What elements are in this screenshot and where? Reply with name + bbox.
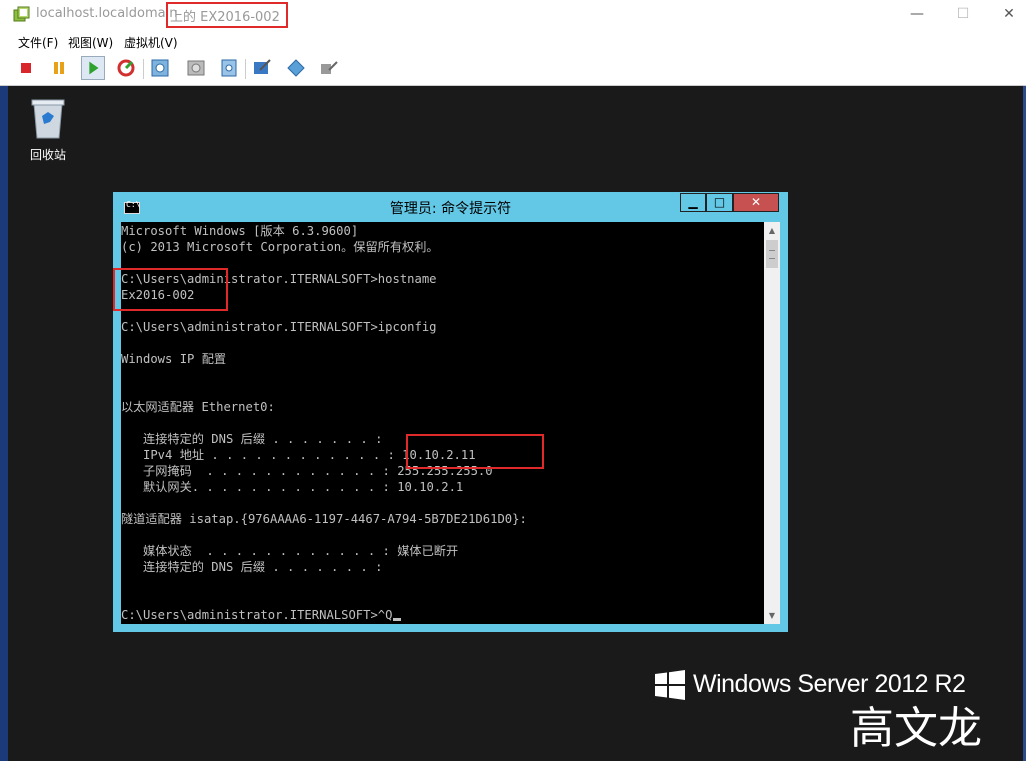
revert-snapshot-icon[interactable] bbox=[184, 56, 208, 80]
windows-logo-icon bbox=[655, 670, 685, 700]
cmd-minimize-button[interactable]: ▁ bbox=[680, 193, 706, 212]
console-line: 隧道适配器 isatap.{976AAAA6-1197-4467-A794-5B… bbox=[121, 512, 527, 526]
recycle-bin-label: 回收站 bbox=[29, 148, 66, 162]
host-title: localhost.localdomain bbox=[36, 6, 178, 21]
console-line: 以太网适配器 Ethernet0: bbox=[121, 400, 275, 414]
cmd-close-button[interactable]: ✕ bbox=[733, 193, 779, 212]
scroll-up-icon[interactable]: ▲ bbox=[764, 222, 780, 239]
close-button[interactable]: ✕ bbox=[998, 4, 1020, 24]
title-bar: localhost.localdomain 上的 EX2016-002 — ☐ … bbox=[0, 0, 1026, 30]
snapshot-icon[interactable] bbox=[148, 56, 172, 80]
toolbar bbox=[0, 52, 1026, 86]
console-scrollbar[interactable]: ▲ ▼ bbox=[764, 222, 780, 624]
console-tools-icon[interactable] bbox=[284, 56, 308, 80]
console-line: Microsoft Windows [版本 6.3.9600] bbox=[121, 224, 359, 238]
console-line: 连接特定的 DNS 后缀 . . . . . . . : bbox=[143, 432, 383, 446]
menu-vm[interactable]: 虚拟机(V) bbox=[124, 34, 178, 51]
menu-view[interactable]: 视图(W) bbox=[68, 34, 113, 51]
recycle-bin-icon[interactable] bbox=[28, 94, 68, 142]
reset-icon[interactable] bbox=[114, 56, 138, 80]
watermark: 高文龙 bbox=[850, 703, 982, 754]
text-cursor bbox=[392, 618, 401, 621]
scroll-thumb[interactable] bbox=[766, 240, 778, 268]
highlight-box bbox=[166, 2, 288, 28]
cmd-window: C:\ 管理员: 命令提示符 ▁ □ ✕ Microsoft Windows [… bbox=[113, 192, 788, 632]
menu-bar: 文件(F) 视图(W) 虚拟机(V) bbox=[0, 31, 1026, 51]
menu-file[interactable]: 文件(F) bbox=[18, 34, 58, 51]
edit-settings-icon[interactable] bbox=[250, 56, 274, 80]
console-line: (c) 2013 Microsoft Corporation。保留所有权利。 bbox=[121, 240, 439, 254]
vm-settings-icon[interactable] bbox=[317, 56, 341, 80]
console-prompt: C:\Users\administrator.ITERNALSOFT>^Q bbox=[121, 608, 393, 622]
minimize-button[interactable]: — bbox=[906, 4, 928, 24]
vsphere-client-icon bbox=[13, 6, 30, 22]
console-line: 默认网关. . . . . . . . . . . . . : 10.10.2.… bbox=[143, 480, 464, 494]
stop-icon[interactable] bbox=[14, 56, 38, 80]
scroll-down-icon[interactable]: ▼ bbox=[764, 607, 780, 624]
manage-snapshots-icon[interactable] bbox=[217, 56, 241, 80]
desktop-edge bbox=[0, 86, 8, 761]
play-icon[interactable] bbox=[81, 56, 105, 80]
console-line: 连接特定的 DNS 后缀 . . . . . . . : bbox=[143, 560, 383, 574]
cmd-maximize-button[interactable]: □ bbox=[706, 193, 733, 212]
highlight-box bbox=[113, 268, 228, 311]
maximize-button[interactable]: ☐ bbox=[952, 4, 974, 24]
pause-icon[interactable] bbox=[47, 56, 71, 80]
highlight-box bbox=[406, 434, 544, 469]
console-line: Windows IP 配置 bbox=[121, 352, 227, 366]
console-line: 媒体状态 . . . . . . . . . . . . : 媒体已断开 bbox=[143, 544, 459, 558]
console-line: C:\Users\administrator.ITERNALSOFT>ipcon… bbox=[121, 320, 437, 334]
guest-desktop: 回收站 C:\ 管理员: 命令提示符 ▁ □ ✕ Microsoft Windo… bbox=[0, 86, 1026, 761]
